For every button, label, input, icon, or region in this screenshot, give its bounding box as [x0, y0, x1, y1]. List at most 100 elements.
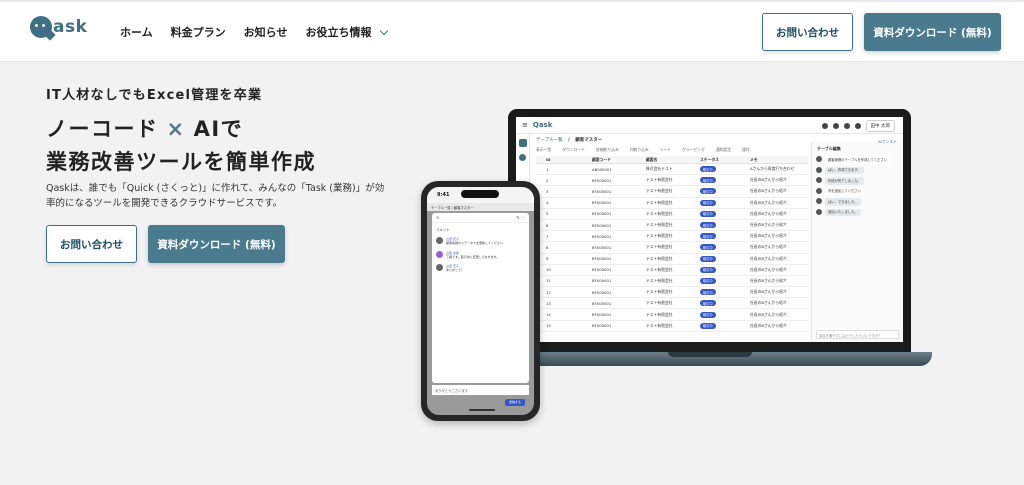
- cell-memo: Aさんから再度打ち合わせ: [750, 166, 795, 172]
- table-row[interactable]: 14 BF000001 テスト有限会社 取引中 社長のBさんから紹介: [536, 309, 808, 321]
- cell-id: 5: [546, 211, 549, 217]
- toolbar-item: 詳細絞り込み: [595, 147, 619, 152]
- status-badge: 取引中: [700, 166, 716, 173]
- chat-bubble: 作成が完了しました。: [825, 177, 864, 185]
- chat-bubble: はい、作成できます。: [825, 166, 864, 174]
- table-row[interactable]: 12 BF000001 テスト有限会社 取引中 社長のBさんから紹介: [536, 287, 808, 299]
- hero-download-button[interactable]: 資料ダウンロード (無料): [148, 225, 285, 263]
- cell-status: 取引中: [700, 300, 750, 307]
- headline-part2: AIで: [193, 117, 244, 141]
- phone-breadcrumb: テーブル一覧 / 顧客マスター: [427, 203, 534, 211]
- cell-code: BF000001: [592, 200, 612, 206]
- cell-status: 取引中: [700, 266, 750, 273]
- table-row[interactable]: 10 BF000001 テスト有限会社 取引中 社長のBさんから紹介: [536, 265, 808, 276]
- cell-memo: 社長のBさんから紹介: [750, 311, 787, 317]
- header-contact-button[interactable]: お問い合わせ: [762, 13, 853, 51]
- hero-headline: ノーコード × AIで 業務改善ツールを簡単作成: [46, 113, 316, 179]
- cell-status: 取引中: [700, 166, 750, 173]
- crumb-root: テーブル一覧: [536, 138, 563, 143]
- table-row[interactable]: 4 BF000001 テスト有限会社 取引中 社長のBさんから紹介: [536, 198, 808, 209]
- table-row[interactable]: 15 BF000001 テスト有限会社 取引中 社長のBさんから紹介: [536, 321, 808, 332]
- cell-id: 3: [546, 188, 549, 194]
- col-memo: メモ: [750, 156, 758, 162]
- cell-id: 1: [546, 166, 549, 172]
- cell-memo: 社長のBさんから紹介: [750, 199, 787, 205]
- chat-input: 項目を増やすにはどうしたらいいですか？: [816, 330, 899, 339]
- cell-memo: 社長のBさんから紹介: [750, 266, 787, 272]
- cell-code: BF000001: [592, 188, 612, 194]
- avatar: [436, 237, 443, 244]
- nav-item-pricing[interactable]: 料金プラン: [171, 24, 226, 40]
- settings-icon: [832, 123, 839, 129]
- table-row[interactable]: 2 BF000001 テスト有限会社 取引中 社長のBさんから紹介: [536, 175, 808, 187]
- chat-messages: 顧客管理のテーブルを作成してください はい、作成できます。 作成が完了しました。 列を…: [812, 156, 903, 216]
- cell-status: 取引中: [700, 199, 750, 206]
- status-badge: 取引中: [700, 311, 716, 318]
- cell-memo: 社長のBさんから紹介: [750, 244, 787, 250]
- status-badge: 取引中: [700, 255, 716, 262]
- cell-memo: 社長のBさんから紹介: [750, 177, 787, 183]
- table-row[interactable]: 13 BF000001 テスト有限会社 取引中 社長のBさんから紹介: [536, 298, 808, 310]
- status-badge: 取引中: [700, 300, 716, 307]
- avatar: [436, 264, 443, 272]
- chat-bubble: はい、できました。: [825, 198, 861, 206]
- cell-memo: 社長のBさんから紹介: [750, 222, 787, 228]
- cell-status: 取引中: [700, 177, 750, 184]
- app-breadcrumb: テーブル一覧 / 顧客マスター: [536, 137, 602, 143]
- laptop-mockup: ≡ Qask 田中 太郎 テーブル一覧 / 顧客マスター 表示一覧 ダウンロード…: [508, 109, 911, 352]
- app-top-icons: 田中 太郎: [821, 120, 895, 132]
- table-row[interactable]: 5 BF000001 テスト有限会社 取引中 社長のBさんから紹介: [536, 209, 808, 220]
- avatar: [816, 198, 822, 204]
- cell-code: BF000001: [592, 211, 612, 217]
- col-id: ID: [546, 157, 551, 162]
- menu-icon: ≡: [522, 121, 528, 129]
- cell-name: テスト有限会社: [646, 188, 673, 194]
- cell-name: 株式会社テスト: [646, 166, 673, 172]
- cell-code: BF000001: [592, 267, 612, 273]
- table-row[interactable]: 1 AB000001 株式会社テスト 取引中 Aさんから再度打ち合わせ: [536, 164, 808, 176]
- phone-message-text: 山田 太郎 了解です。取引中に変更しておきます。: [446, 251, 499, 260]
- qask-logo[interactable]: ask: [30, 16, 87, 41]
- avatar: [816, 166, 822, 173]
- header-download-button[interactable]: 資料ダウンロード (無料): [864, 13, 1001, 51]
- table-row[interactable]: 11 BF000001 テスト有限会社 取引中 社長のBさんから紹介: [536, 276, 808, 288]
- ai-assist-button: AIアシスト: [878, 139, 897, 144]
- nav-item-news[interactable]: お知らせ: [244, 24, 288, 40]
- hero-contact-button[interactable]: お問い合わせ: [46, 225, 137, 263]
- cell-id: 13: [546, 300, 551, 306]
- crumb-sep: /: [568, 138, 570, 143]
- cell-memo: 社長のBさんから紹介: [750, 289, 787, 295]
- cell-code: BF000001: [592, 244, 612, 250]
- table-row[interactable]: 8 BF000001 テスト有限会社 取引中 社長のBさんから紹介: [536, 242, 808, 254]
- main-nav: ホーム 料金プラン お知らせ お役立ち情報: [120, 24, 389, 40]
- cell-status: 取引中: [700, 311, 750, 318]
- cell-status: 取引中: [700, 277, 750, 284]
- cell-id: 9: [546, 256, 549, 262]
- message-body: ありがとう！: [446, 268, 465, 273]
- app-toolbar: 表示一覧 ダウンロード 詳細絞り込み 列絞り込み ソート グルーピング 通知設定…: [536, 147, 808, 154]
- phone-input: ありがとうございます: [432, 385, 529, 395]
- cell-code: BF000001: [592, 256, 612, 262]
- phone-panel-icons: ✎ ⋯: [516, 215, 525, 220]
- status-badge: 取引中: [700, 210, 716, 217]
- col-code: 顧客コード: [592, 156, 611, 162]
- app-logo: Qask: [532, 121, 553, 129]
- status-badge: 取引中: [700, 188, 716, 195]
- table-row[interactable]: 9 BF000001 テスト有限会社 取引中 社長のBさんから紹介: [536, 254, 808, 265]
- table-row[interactable]: 6 BF000001 テスト有限会社 取引中 社長のBさんから紹介: [536, 220, 808, 232]
- cell-name: テスト有限会社: [646, 266, 673, 272]
- cell-memo: 社長のBさんから紹介: [750, 255, 787, 261]
- headline-line2: 業務改善ツールを簡単作成: [46, 150, 316, 174]
- chat-message: 作成が完了しました。: [816, 177, 899, 185]
- table-row[interactable]: 7 BF000001 テスト有限会社 取引中 社長のBさんから紹介: [536, 231, 808, 243]
- cell-name: テスト有限会社: [646, 322, 673, 328]
- message-body: 顧客情報のステータスを更新してください: [446, 241, 503, 246]
- phone-message: 山田 花子 顧客情報のステータスを更新してください: [436, 237, 525, 246]
- status-badge: 取引中: [700, 199, 716, 206]
- cell-status: 取引中: [700, 289, 750, 296]
- table-row[interactable]: 3 BF000001 テスト有限会社 取引中 社長のBさんから紹介: [536, 186, 808, 198]
- phone-comment-panel: × ✎ ⋯ コメント 山田 花子 顧客情報のステータスを更新してください 山田 太郎…: [432, 213, 529, 383]
- nav-item-resources[interactable]: お役立ち情報: [305, 24, 389, 40]
- nav-item-home[interactable]: ホーム: [120, 24, 153, 40]
- cell-name: テスト有限会社: [646, 300, 673, 306]
